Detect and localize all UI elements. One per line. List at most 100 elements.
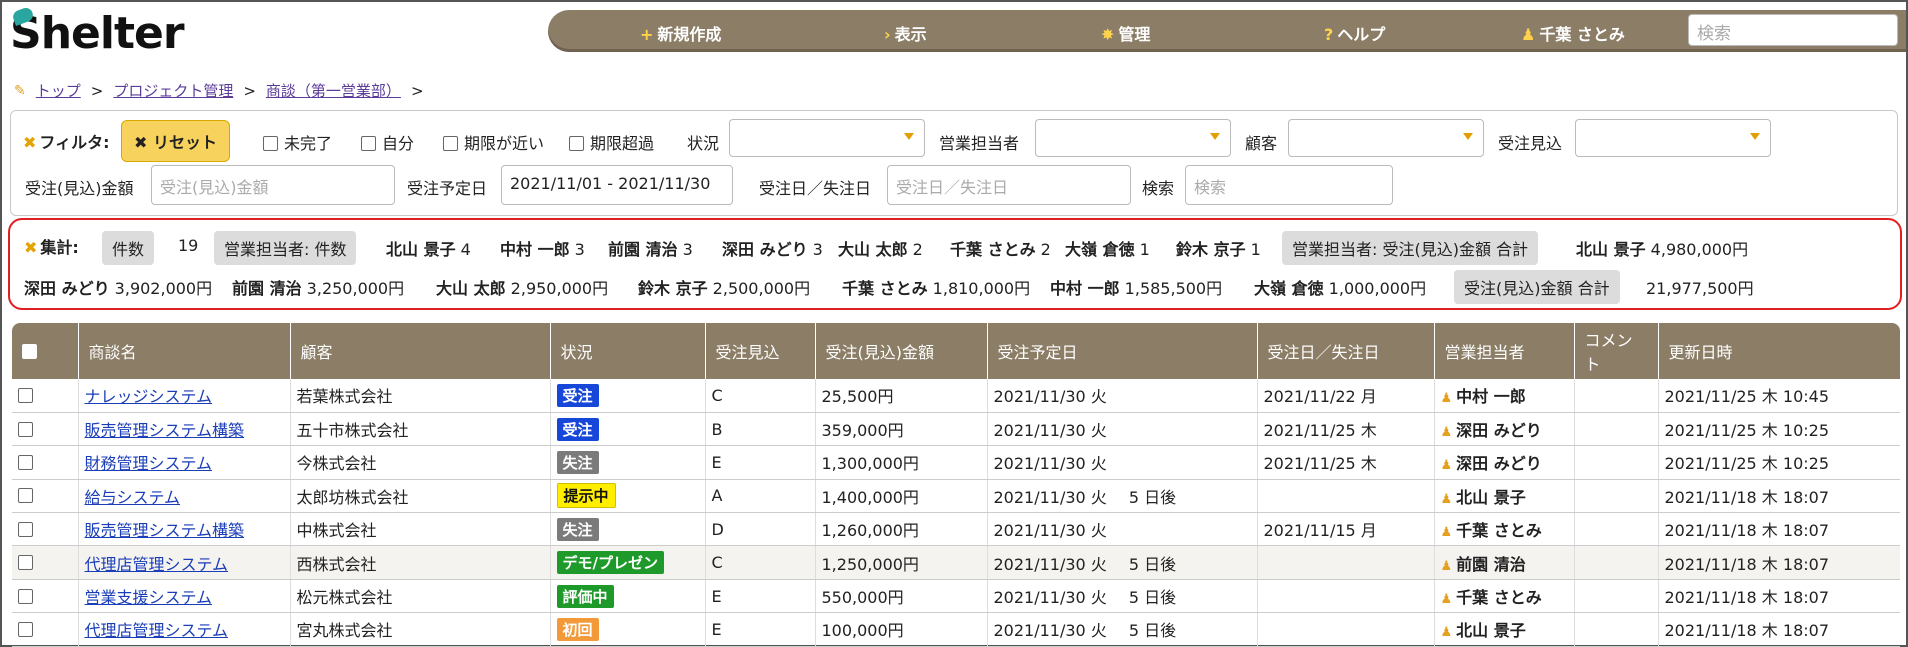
breadcrumb-project[interactable]: プロジェクト管理 [113, 80, 233, 101]
rep-name: 中村 一郎 [1050, 279, 1120, 298]
row-checkbox-cell[interactable] [12, 579, 79, 614]
col-planned-date[interactable]: 受注予定日 [987, 323, 1258, 379]
row-checkbox-cell[interactable] [12, 445, 79, 480]
deal-name-link[interactable]: 代理店管理システム [85, 555, 229, 574]
deal-name-link[interactable]: 給与システム [85, 488, 181, 507]
planned-date: 2021/11/30 火 [993, 521, 1107, 541]
order-date-input[interactable]: 受注日／失注日 [887, 165, 1131, 205]
col-deal-name[interactable]: 商談名 [78, 323, 291, 379]
row-checkbox-cell[interactable] [12, 612, 79, 647]
rep-name: 千葉 さとみ [1456, 588, 1542, 608]
total-tag[interactable]: 受注(見込)金額 合計 [1454, 270, 1620, 304]
user-icon: ♟ [1440, 391, 1453, 407]
planned-date-input[interactable]: 2021/11/01 - 2021/11/30 [501, 165, 733, 205]
filter-check-incomplete[interactable]: 未完了 [263, 130, 332, 154]
table-row[interactable]: ナレッジシステム 若葉株式会社 受注 C 25,500円 2021/11/30 火 2021… [12, 379, 1900, 413]
col-customer[interactable]: 顧客 [290, 323, 551, 379]
rep-select[interactable] [1035, 119, 1231, 157]
nav-new[interactable]: + 新規作成 [640, 21, 721, 45]
status-select[interactable] [729, 119, 925, 157]
select-all-header[interactable] [12, 323, 79, 379]
updated-cell: 2021/11/18 木 18:07 [1658, 612, 1900, 647]
rep-name: 前園 清治 [608, 240, 678, 259]
nav-view[interactable]: › 表示 [884, 21, 927, 45]
close-icon: ✖ [134, 133, 153, 152]
checkbox[interactable] [361, 136, 376, 151]
col-updated[interactable]: 更新日時 [1658, 323, 1900, 379]
rep-name: 中村 一郎 [500, 240, 570, 259]
forecast-cell: E [705, 579, 816, 614]
reset-button[interactable]: ✖ リセット [121, 120, 230, 162]
row-checkbox[interactable] [18, 621, 33, 637]
col-comment[interactable]: コメント [1574, 323, 1659, 379]
deal-name-link[interactable]: 財務管理システム [85, 454, 213, 473]
breadcrumb-top[interactable]: トップ [36, 80, 81, 101]
select-all-checkbox[interactable] [22, 343, 37, 359]
checkbox[interactable] [263, 136, 278, 151]
row-checkbox[interactable] [18, 588, 33, 604]
row-checkbox[interactable] [18, 387, 33, 403]
planned-date-cell: 2021/11/30 火 5 日後 [987, 579, 1258, 614]
rep-count-tag[interactable]: 営業担当者: 件数 [214, 231, 357, 265]
question-icon: ? [1324, 25, 1334, 44]
row-checkbox-cell[interactable] [12, 512, 79, 547]
row-checkbox[interactable] [18, 421, 33, 437]
global-search-input[interactable]: 検索 [1688, 14, 1898, 46]
deal-name-link[interactable]: 代理店管理システム [85, 621, 229, 640]
row-checkbox-cell[interactable] [12, 379, 79, 413]
col-amount[interactable]: 受注(見込)金額 [815, 323, 988, 379]
nav-help[interactable]: ? ヘルプ [1324, 21, 1385, 45]
filter-check-overdue[interactable]: 期限超過 [569, 130, 654, 154]
customer-select[interactable] [1288, 119, 1484, 157]
status-cell: 提示中 [550, 479, 706, 514]
table-row[interactable]: 代理店管理システム 西株式会社 デモ/プレゼン C 1,250,000円 2021/11/… [12, 545, 1900, 580]
row-checkbox[interactable] [18, 488, 33, 504]
nav-user[interactable]: ♟ 千葉 さとみ [1521, 21, 1625, 45]
summary-title: ✖ 集計: [24, 234, 79, 258]
user-icon: ♟ [1440, 425, 1453, 441]
col-forecast[interactable]: 受注見込 [705, 323, 816, 379]
amount-input[interactable]: 受注(見込)金額 [151, 165, 395, 205]
deal-name-link[interactable]: 販売管理システム構築 [85, 521, 245, 540]
table-row[interactable]: 販売管理システム構築 中株式会社 失注 D 1,260,000円 2021/11/30 火… [12, 512, 1900, 547]
order-date-cell: 2021/11/22 月 [1257, 379, 1435, 413]
forecast-select[interactable] [1575, 119, 1771, 157]
days-remaining: 5 日後 [1128, 588, 1177, 608]
checkbox[interactable] [569, 136, 584, 151]
row-checkbox-cell[interactable] [12, 412, 79, 447]
col-rep[interactable]: 営業担当者 [1434, 323, 1575, 379]
row-checkbox[interactable] [18, 555, 33, 571]
updated-cell: 2021/11/18 木 18:07 [1658, 545, 1900, 580]
table-row[interactable]: 財務管理システム 今株式会社 失注 E 1,300,000円 2021/11/30 火 20… [12, 445, 1900, 480]
rep-count: 1 [1250, 240, 1261, 259]
count-tag[interactable]: 件数 [102, 231, 155, 265]
row-checkbox-cell[interactable] [12, 479, 79, 514]
rep-amount: 3,250,000円 [306, 279, 405, 298]
status-badge: 受注 [556, 417, 599, 441]
deal-name-link[interactable]: 販売管理システム構築 [85, 421, 245, 440]
deal-name-link[interactable]: 営業支援システム [85, 588, 213, 607]
deal-name-link[interactable]: ナレッジシステム [85, 387, 213, 406]
table-row[interactable]: 営業支援システム 松元株式会社 評価中 E 550,000円 2021/11/30 火 5 … [12, 579, 1900, 614]
rep-name: 大嶺 倉徳 [1065, 240, 1135, 259]
filter-check-mine[interactable]: 自分 [361, 130, 414, 154]
nav-admin[interactable]: ✸ 管理 [1101, 21, 1150, 45]
order-date-cell [1257, 612, 1435, 647]
row-checkbox-cell[interactable] [12, 545, 79, 580]
table-row[interactable]: 販売管理システム構築 五十市株式会社 受注 B 359,000円 2021/11/30 火… [12, 412, 1900, 447]
comment-cell [1574, 545, 1659, 580]
rep-amount-tag[interactable]: 営業担当者: 受注(見込)金額 合計 [1282, 231, 1539, 265]
col-order-date[interactable]: 受注日／失注日 [1257, 323, 1435, 379]
amount-label: 受注(見込)金額 [25, 179, 134, 198]
logo[interactable]: Shelter [10, 6, 185, 59]
filter-check-due-soon[interactable]: 期限が近い [443, 130, 544, 154]
table-row[interactable]: 代理店管理システム 宮丸株式会社 初回 E 100,000円 2021/11/30 火 5 … [12, 612, 1900, 647]
filter-search-input[interactable]: 検索 [1185, 165, 1393, 205]
row-checkbox[interactable] [18, 521, 33, 537]
plus-icon: + [640, 25, 654, 44]
table-row[interactable]: 給与システム 太郎坊株式会社 提示中 A 1,400,000円 2021/11/30 火 5… [12, 479, 1900, 514]
row-checkbox[interactable] [18, 454, 33, 470]
checkbox[interactable] [443, 136, 458, 151]
col-status[interactable]: 状況 [550, 323, 706, 379]
breadcrumb-deals[interactable]: 商談（第一営業部） [266, 80, 401, 101]
